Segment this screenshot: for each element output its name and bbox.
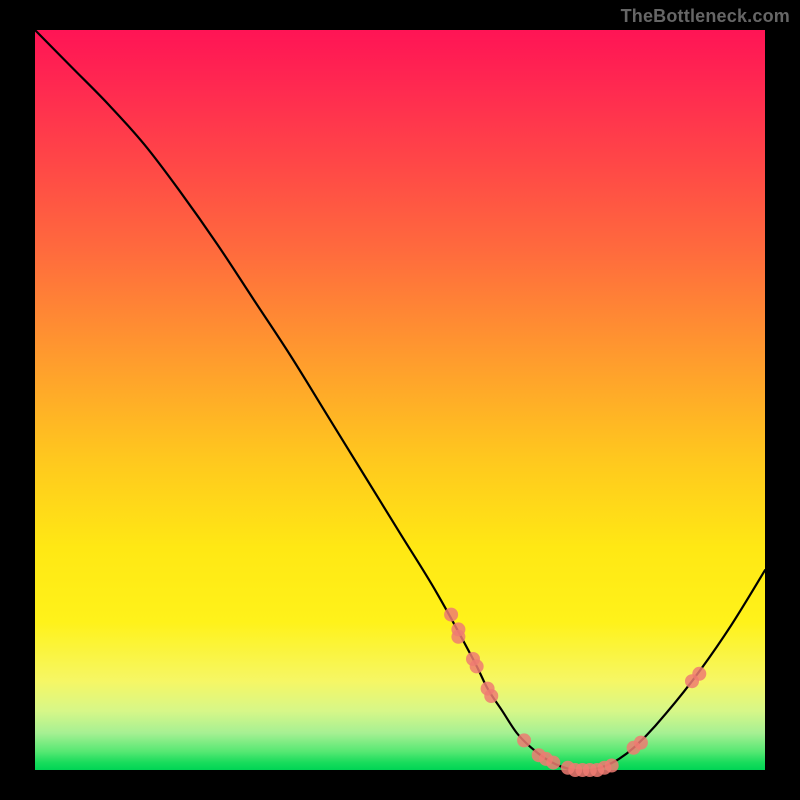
data-point (692, 667, 706, 681)
data-point (470, 659, 484, 673)
data-markers (444, 608, 706, 777)
bottleneck-curve (35, 30, 765, 770)
data-point (484, 689, 498, 703)
chart-svg (35, 30, 765, 770)
data-point (517, 733, 531, 747)
watermark-text: TheBottleneck.com (621, 6, 790, 27)
data-point (605, 759, 619, 773)
data-point (451, 630, 465, 644)
data-point (546, 756, 560, 770)
plot-area (35, 30, 765, 770)
data-point (444, 608, 458, 622)
data-point (634, 736, 648, 750)
